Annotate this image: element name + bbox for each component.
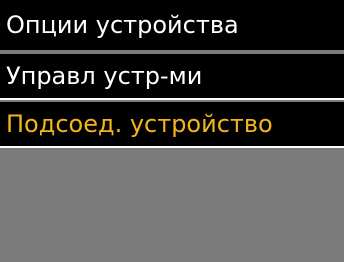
device-options-screen: Опции устройства Управл устр-ми Подсоед.…: [0, 0, 344, 262]
menu-list: Управл устр-ми Подсоед. устройство: [0, 50, 344, 262]
screen-title: Опции устройства: [0, 0, 344, 50]
menu-item-connect-device[interactable]: Подсоед. устройство: [0, 102, 344, 148]
menu-item-manage-devices[interactable]: Управл устр-ми: [0, 54, 344, 100]
menu-item-label: Управл устр-ми: [6, 62, 203, 90]
menu-item-label: Подсоед. устройство: [6, 110, 273, 138]
